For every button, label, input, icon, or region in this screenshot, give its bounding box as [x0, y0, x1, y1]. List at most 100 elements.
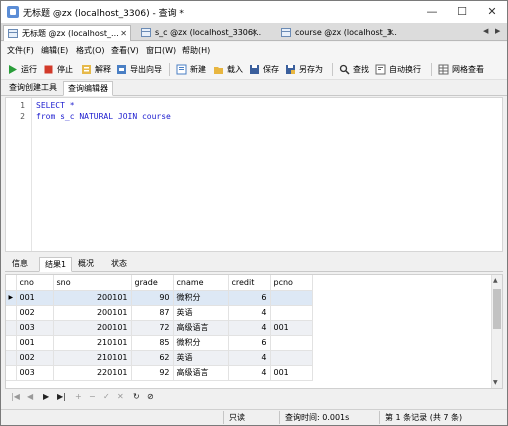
apply-changes-icon[interactable]: ✓	[103, 392, 110, 401]
table-row[interactable]: 002 210101 62 英语 4	[6, 350, 313, 366]
table-cell[interactable]: 4	[228, 305, 271, 321]
column-header[interactable]: cno	[16, 275, 54, 291]
results-grid[interactable]: cno sno grade cname credit pcno ▶ 001 20…	[5, 274, 503, 389]
table-cell[interactable]: 200101	[53, 320, 132, 336]
save-button[interactable]: 保存	[249, 62, 279, 77]
refresh-icon[interactable]: ↻	[133, 392, 140, 401]
load-button[interactable]: 载入	[213, 62, 243, 77]
table-cell[interactable]: 高级语言	[173, 365, 229, 381]
code-line[interactable]: from s_c NATURAL JOIN course	[36, 112, 171, 121]
delete-record-icon[interactable]: −	[89, 392, 96, 401]
table-cell[interactable]: 4	[228, 350, 271, 366]
column-header[interactable]: grade	[131, 275, 174, 291]
tab-close-icon[interactable]: ✕	[251, 25, 258, 40]
tab-query-builder[interactable]: 查询创建工具	[5, 81, 61, 96]
table-cell[interactable]: 6	[228, 290, 271, 306]
tab-close-icon[interactable]: ✕	[120, 26, 127, 41]
stop-button[interactable]: 停止	[43, 62, 73, 77]
last-record-icon[interactable]: ▶|	[57, 392, 66, 401]
table-row[interactable]: 002 200101 87 英语 4	[6, 305, 313, 321]
find-button[interactable]: 查找	[339, 62, 369, 77]
tab-status[interactable]: 状态	[106, 257, 132, 272]
table-cell[interactable]: 92	[131, 365, 174, 381]
tab-course[interactable]: course @zx (localhost_3... ✕	[277, 25, 397, 41]
table-cell[interactable]: 220101	[53, 365, 132, 381]
tab-scroll-left-icon[interactable]: ◀	[483, 27, 488, 35]
table-cell[interactable]: 001	[270, 365, 313, 381]
table-cell[interactable]: 210101	[53, 350, 132, 366]
menu-view[interactable]: 查看(V)	[111, 45, 139, 56]
tab-untitled-query[interactable]: 无标题 @zx (localhost_... ✕	[3, 25, 131, 41]
vertical-scrollbar[interactable]: ▲ ▼	[491, 275, 502, 388]
tab-scroll-right-icon[interactable]: ▶	[495, 27, 500, 35]
code-line[interactable]: SELECT *	[36, 101, 75, 110]
table-cell[interactable]: 200101	[53, 290, 132, 306]
table-cell[interactable]: 62	[131, 350, 174, 366]
table-row[interactable]: ▶ 001 200101 90 微积分 6	[6, 290, 313, 306]
previous-record-icon[interactable]: ◀	[27, 392, 33, 401]
menu-help[interactable]: 帮助(H)	[182, 45, 210, 56]
table-cell[interactable]: 200101	[53, 305, 132, 321]
auto-wrap-button[interactable]: 自动换行	[375, 62, 421, 77]
table-cell[interactable]	[270, 350, 313, 366]
table-cell[interactable]: 001	[16, 290, 54, 306]
table-cell[interactable]: 高级语言	[173, 320, 229, 336]
menu-window[interactable]: 窗口(W)	[146, 45, 176, 56]
scroll-down-icon[interactable]: ▼	[493, 379, 498, 386]
tab-query-editor[interactable]: 查询编辑器	[63, 81, 113, 96]
table-cell[interactable]: 微积分	[173, 335, 229, 351]
column-header[interactable]: credit	[228, 275, 271, 291]
grid-view-button[interactable]: 网格查看	[438, 62, 484, 77]
tab-s-c[interactable]: s_c @zx (localhost_3306)... ✕	[137, 25, 261, 41]
table-cell[interactable]: 002	[16, 350, 54, 366]
table-cell[interactable]: 72	[131, 320, 174, 336]
table-cell[interactable]: 6	[228, 335, 271, 351]
table-cell[interactable]: 90	[131, 290, 174, 306]
column-header[interactable]: cname	[173, 275, 229, 291]
table-cell[interactable]: 85	[131, 335, 174, 351]
scroll-up-icon[interactable]: ▲	[493, 277, 498, 284]
add-record-icon[interactable]: +	[75, 392, 82, 401]
next-record-icon[interactable]: ▶	[43, 392, 49, 401]
table-cell[interactable]	[270, 290, 313, 306]
menu-edit[interactable]: 编辑(E)	[41, 45, 68, 56]
table-cell[interactable]: 微积分	[173, 290, 229, 306]
export-wizard-button[interactable]: 导出向导	[116, 62, 162, 77]
table-cell[interactable]: 英语	[173, 350, 229, 366]
tab-info[interactable]: 信息	[7, 257, 33, 272]
first-record-icon[interactable]: |◀	[11, 392, 20, 401]
stop-loading-icon[interactable]: ⊘	[147, 392, 154, 401]
column-header[interactable]: pcno	[270, 275, 313, 291]
explain-button[interactable]: 解释	[81, 62, 111, 77]
tab-result-1[interactable]: 结果1	[39, 257, 73, 272]
table-cell[interactable]	[270, 305, 313, 321]
discard-changes-icon[interactable]: ✕	[117, 392, 124, 401]
table-cell[interactable]: 001	[270, 320, 313, 336]
menu-format[interactable]: 格式(O)	[76, 45, 105, 56]
tab-close-icon[interactable]: ✕	[387, 25, 394, 40]
save-as-button[interactable]: 另存为	[285, 62, 323, 77]
table-cell[interactable]: 4	[228, 320, 271, 336]
table-cell[interactable]: 003	[16, 320, 54, 336]
menu-file[interactable]: 文件(F)	[7, 45, 34, 56]
minimize-button[interactable]: —	[417, 1, 447, 23]
table-cell[interactable]: 210101	[53, 335, 132, 351]
table-cell[interactable]	[270, 335, 313, 351]
run-button[interactable]: 运行	[7, 62, 37, 77]
sql-editor[interactable]: 1 2 SELECT * from s_c NATURAL JOIN cours…	[5, 97, 503, 252]
table-cell[interactable]: 英语	[173, 305, 229, 321]
table-cell[interactable]: 003	[16, 365, 54, 381]
tab-profile[interactable]: 概况	[73, 257, 99, 272]
table-cell[interactable]: 001	[16, 335, 54, 351]
table-row[interactable]: 003 220101 92 高级语言 4 001	[6, 365, 313, 381]
table-row[interactable]: 003 200101 72 高级语言 4 001	[6, 320, 313, 336]
table-cell[interactable]: 4	[228, 365, 271, 381]
table-cell[interactable]: 002	[16, 305, 54, 321]
table-row[interactable]: 001 210101 85 微积分 6	[6, 335, 313, 351]
close-button[interactable]: ✕	[477, 1, 507, 23]
column-header[interactable]: sno	[53, 275, 132, 291]
new-button[interactable]: 新建	[176, 62, 206, 77]
table-cell[interactable]: 87	[131, 305, 174, 321]
scrollbar-thumb[interactable]	[493, 289, 501, 329]
maximize-button[interactable]: ☐	[447, 1, 477, 23]
